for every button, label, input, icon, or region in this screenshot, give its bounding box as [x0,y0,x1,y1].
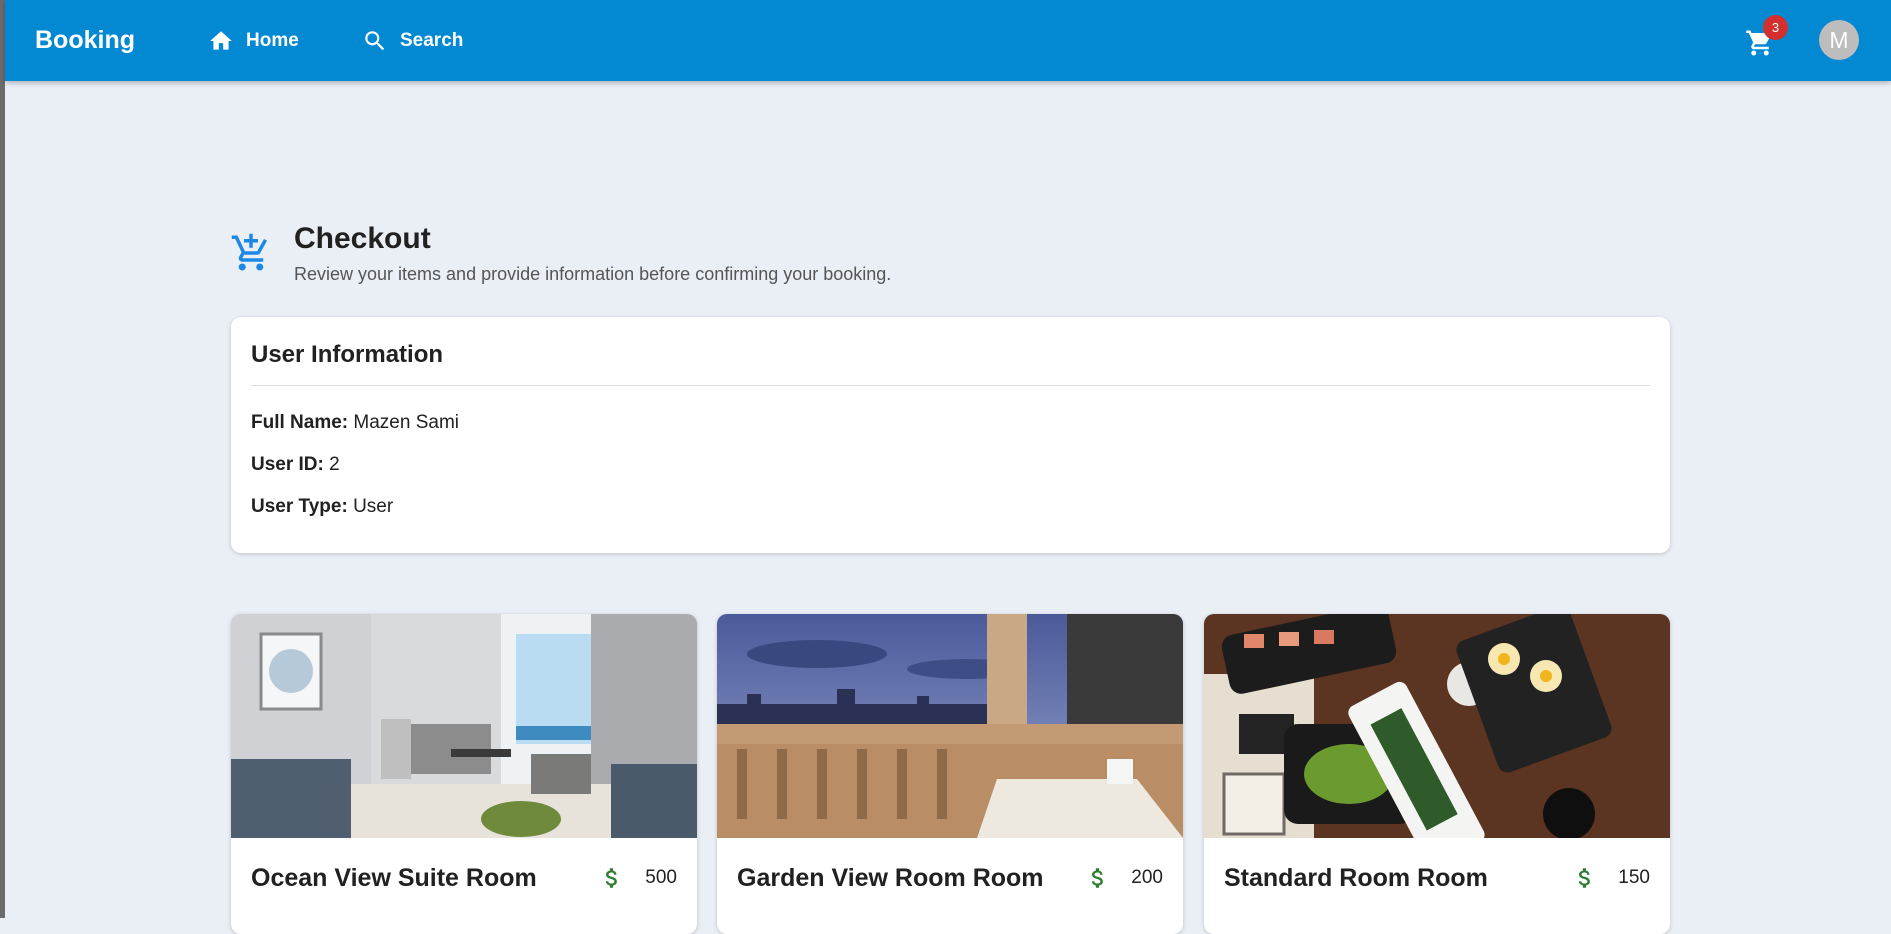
user-type-value: User [353,496,394,517]
cart-count-badge: 3 [1763,15,1788,40]
room-price: 150 [1572,865,1650,891]
user-avatar[interactable]: M [1819,20,1859,60]
user-id-row: User ID: 2 [251,454,340,476]
nav-search-link[interactable]: Search [362,26,463,56]
user-type-label: User Type: [251,496,348,517]
user-id-label: User ID: [251,454,324,475]
window-edge [0,0,5,918]
ocean-view-suite-photo [231,614,697,838]
standard-room-food-photo [1204,614,1670,838]
search-icon [365,31,385,51]
dollar-icon [1579,868,1591,888]
brand-logo[interactable]: Booking [35,26,135,55]
nav-search-label: Search [400,30,464,51]
room-price-value: 500 [645,867,677,888]
home-icon [210,31,232,50]
nav-home-label: Home [246,30,299,51]
room-card[interactable]: Ocean View Suite Room 500 [231,614,697,934]
nav-home-link[interactable]: Home [208,26,299,56]
user-type-row: User Type: User [251,496,393,518]
page-subtitle: Review your items and provide informatio… [294,264,892,284]
user-id-value: 2 [329,454,340,475]
room-price-value: 200 [1131,867,1163,888]
app-bar: Booking Home Search 3 M [5,0,1891,81]
divider [251,385,1650,386]
user-information-heading: User Information [251,341,444,368]
full-name-value: Mazen Sami [353,412,460,433]
room-price-value: 150 [1618,867,1650,888]
room-price: 200 [1085,865,1163,891]
cart-button[interactable]: 3 [1741,15,1788,60]
cart-arrow-icon [230,232,272,274]
full-name-label: Full Name: [251,412,349,433]
full-name-row: Full Name: Mazen Sami [251,412,459,434]
room-name: Standard Room Room [1224,864,1488,892]
room-name: Garden View Room Room [737,864,1044,892]
room-card[interactable]: Standard Room Room 150 [1204,614,1670,934]
page-title: Checkout [294,222,431,255]
room-name: Ocean View Suite Room [251,864,537,892]
user-information-card: User Information Full Name: Mazen Sami U… [231,317,1670,553]
garden-view-balcony-photo [717,614,1183,838]
room-card[interactable]: Garden View Room Room 200 [717,614,1183,934]
dollar-icon [606,868,618,888]
room-price: 500 [599,865,677,891]
dollar-icon [1092,868,1104,888]
